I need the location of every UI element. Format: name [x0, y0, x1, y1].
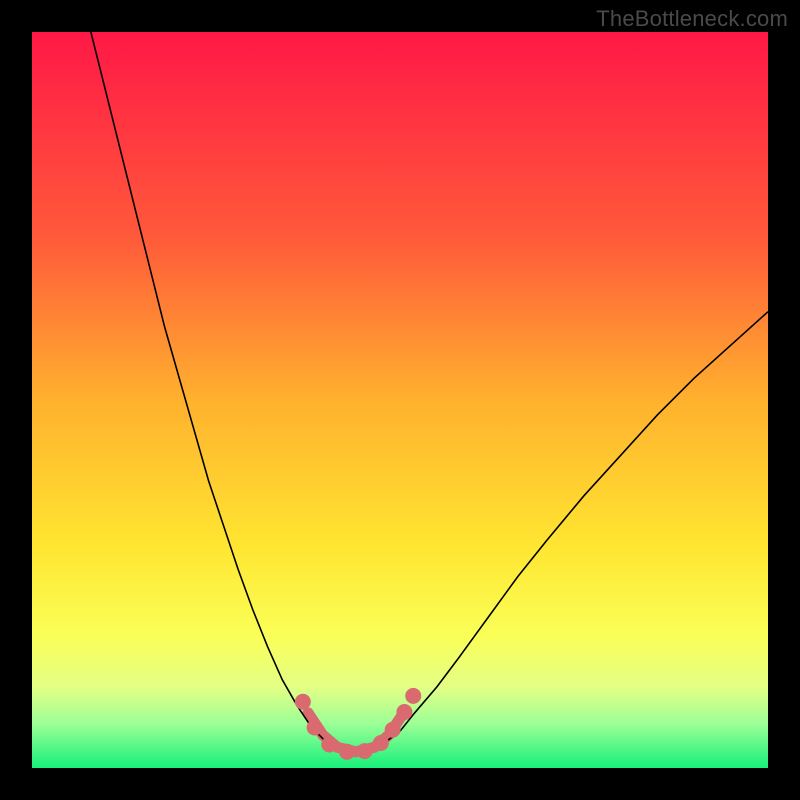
marker-valley-markers: [405, 688, 421, 704]
marker-valley-markers: [385, 722, 401, 738]
marker-valley-markers: [396, 704, 412, 720]
chart-frame: TheBottleneck.com: [0, 0, 800, 800]
marker-valley-markers: [373, 735, 389, 751]
marker-valley-markers: [295, 694, 311, 710]
gradient-background: [32, 32, 768, 768]
plot-area: [32, 32, 768, 768]
chart-canvas: [32, 32, 768, 768]
marker-valley-markers: [307, 720, 323, 736]
marker-valley-markers: [321, 736, 337, 752]
watermark-text: TheBottleneck.com: [596, 6, 788, 32]
marker-valley-markers: [339, 744, 355, 760]
marker-valley-markers: [357, 743, 373, 759]
